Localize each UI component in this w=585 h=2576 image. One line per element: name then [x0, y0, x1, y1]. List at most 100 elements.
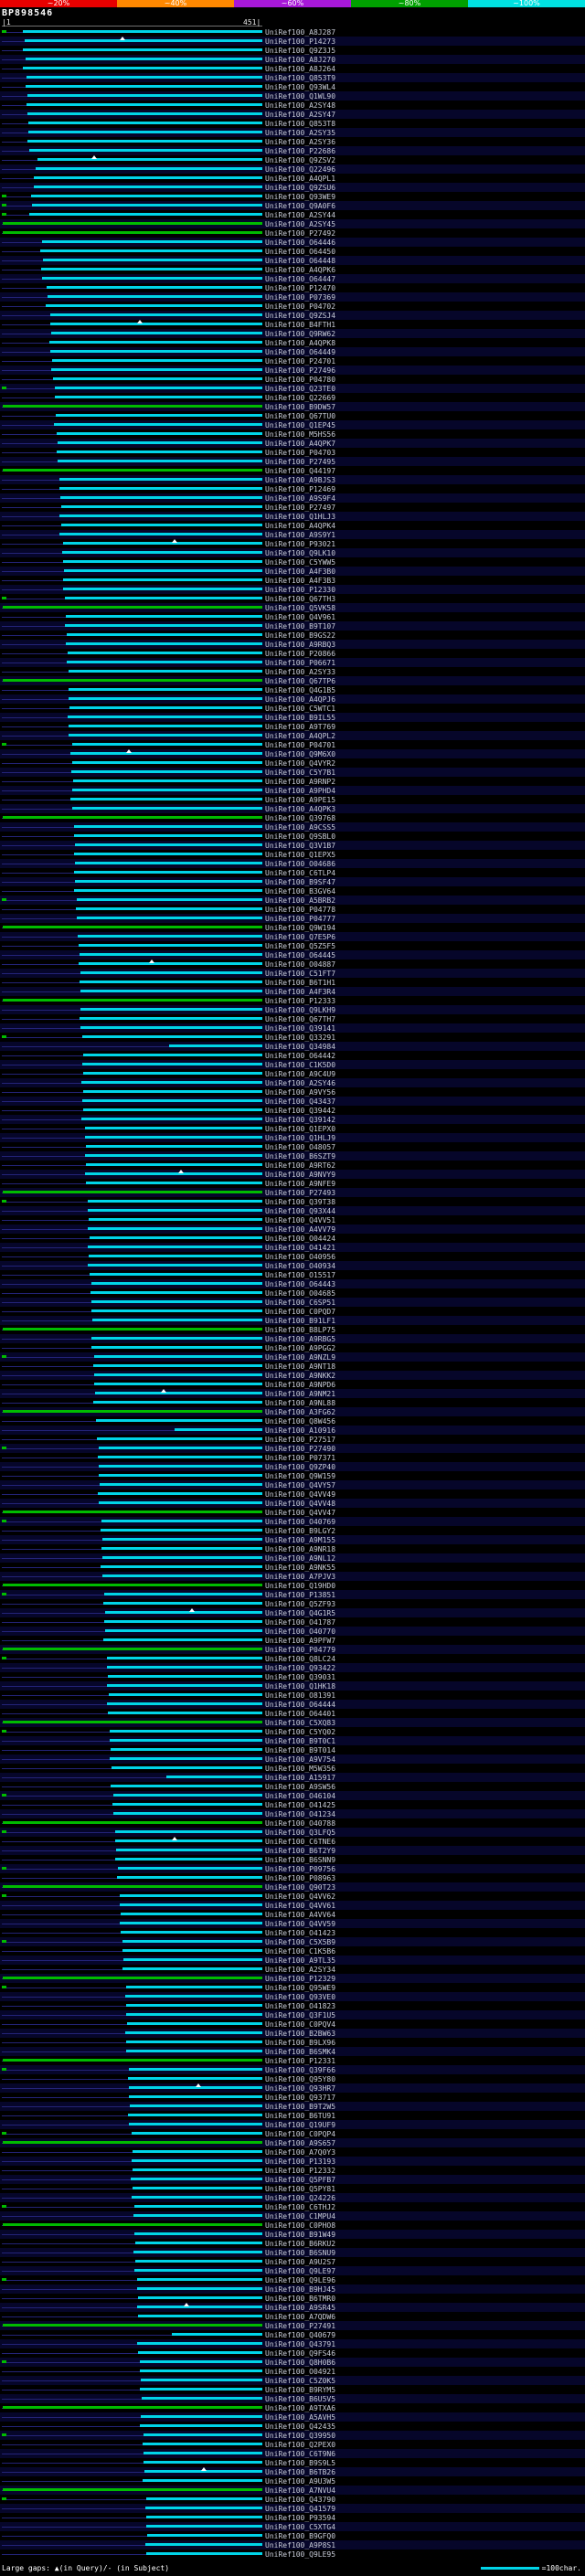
hit-row[interactable]: UniRef100_B9LX96 [0, 2038, 585, 2047]
hit-label[interactable]: UniRef100_O64443 [265, 1280, 335, 1288]
alignment-bar[interactable] [107, 1657, 262, 1659]
hit-label[interactable]: UniRef100_B9S9L5 [265, 2459, 335, 2467]
alignment-bar[interactable] [87, 1209, 262, 1212]
alignment-bar[interactable] [59, 533, 262, 535]
hit-row[interactable]: UniRef100_A4F3B0 [0, 567, 585, 576]
hit-row[interactable]: UniRef100_O41787 [0, 1617, 585, 1627]
alignment-bar[interactable] [75, 862, 262, 864]
hit-row[interactable]: UniRef100_Q1HLJ3 [0, 512, 585, 521]
alignment-bar[interactable] [98, 1474, 262, 1477]
hit-label[interactable]: UniRef100_Q853T8 [265, 120, 335, 128]
hit-label[interactable]: UniRef100_A9P8S1 [265, 2541, 335, 2549]
alignment-bar[interactable] [104, 1611, 262, 1614]
alignment-bar[interactable] [26, 103, 262, 106]
hit-row[interactable]: UniRef100_A9NR18 [0, 1544, 585, 1553]
hit-label[interactable]: UniRef100_A4F3B0 [265, 567, 335, 576]
hit-label[interactable]: UniRef100_B6SNU9 [265, 2249, 335, 2257]
alignment-bar[interactable] [132, 2150, 262, 2153]
hit-label[interactable]: UniRef100_Q93422 [265, 1664, 335, 1672]
hit-row[interactable]: UniRef100_P13851 [0, 1590, 585, 1599]
alignment-bar[interactable] [2, 1511, 262, 1513]
hit-row[interactable]: UniRef100_Q9LE95 [0, 2549, 585, 2559]
hit-row[interactable]: UniRef100_O41421 [0, 1243, 585, 1252]
alignment-bar[interactable] [68, 734, 262, 737]
hit-label[interactable]: UniRef100_Q5PFB7 [265, 2176, 335, 2184]
hit-row[interactable]: UniRef100_C5X5B9 [0, 1937, 585, 1946]
hit-row[interactable]: UniRef100_B6SNU9 [0, 2248, 585, 2257]
hit-label[interactable]: UniRef100_A9TL35 [265, 1956, 335, 1965]
hit-label[interactable]: UniRef100_O41823 [265, 2002, 335, 2010]
hit-label[interactable]: UniRef100_Q2PEX0 [265, 2441, 335, 2449]
hit-row[interactable]: UniRef100_B4FTH1 [0, 320, 585, 329]
hit-row[interactable]: UniRef100_C0PQV4 [0, 2019, 585, 2029]
alignment-bar[interactable] [128, 2095, 262, 2098]
alignment-bar[interactable] [58, 460, 262, 462]
hit-label[interactable]: UniRef100_A9PHD4 [265, 787, 335, 795]
alignment-bar[interactable] [120, 1894, 262, 1897]
alignment-bar[interactable] [25, 58, 262, 60]
alignment-bar[interactable] [72, 761, 262, 764]
alignment-bar[interactable] [93, 1355, 262, 1358]
hit-label[interactable]: UniRef100_O46104 [265, 1792, 335, 1800]
alignment-bar[interactable] [23, 48, 262, 51]
alignment-bar[interactable] [145, 2507, 262, 2509]
hit-row[interactable]: UniRef100_P27517 [0, 1435, 585, 1444]
hit-label[interactable]: UniRef100_O64449 [265, 348, 335, 356]
hit-row[interactable]: UniRef100_Q33291 [0, 1033, 585, 1042]
hit-label[interactable]: UniRef100_Q4V961 [265, 613, 335, 621]
alignment-bar[interactable] [49, 323, 262, 325]
alignment-bar[interactable] [131, 2159, 262, 2162]
hit-label[interactable]: UniRef100_Q9W159 [265, 1472, 335, 1480]
hit-row[interactable]: UniRef100_A4QPK4 [0, 521, 585, 530]
hit-label[interactable]: UniRef100_O64444 [265, 1701, 335, 1709]
hit-row[interactable]: UniRef100_Q5PY81 [0, 2184, 585, 2193]
hit-label[interactable]: UniRef100_A9CSS5 [265, 823, 335, 832]
hit-row[interactable]: UniRef100_B3GV64 [0, 886, 585, 896]
hit-label[interactable]: UniRef100_A9S9Y1 [265, 531, 335, 539]
alignment-bar[interactable] [123, 1958, 262, 1961]
hit-label[interactable]: UniRef100_O64445 [265, 951, 335, 959]
hit-row[interactable]: UniRef100_A4VV79 [0, 1224, 585, 1234]
hit-label[interactable]: UniRef100_A9V754 [265, 1755, 335, 1764]
hit-row[interactable]: UniRef100_Q9SBL0 [0, 832, 585, 841]
hit-label[interactable]: UniRef100_Q4VV51 [265, 1216, 335, 1224]
alignment-bar[interactable] [50, 313, 262, 316]
hit-label[interactable]: UniRef100_P07371 [265, 1454, 335, 1462]
hit-label[interactable]: UniRef100_Q43437 [265, 1097, 335, 1106]
alignment-bar[interactable] [122, 1967, 262, 1970]
hit-label[interactable]: UniRef100_A2SY35 [265, 129, 335, 137]
alignment-bar[interactable] [59, 478, 262, 481]
alignment-bar[interactable] [91, 1319, 262, 1321]
hit-row[interactable]: UniRef100_Q67TU0 [0, 411, 585, 420]
hit-row[interactable]: UniRef100_B9SF47 [0, 877, 585, 886]
alignment-bar[interactable] [145, 2525, 262, 2528]
hit-label[interactable]: UniRef100_B9T107 [265, 622, 335, 631]
hit-row[interactable]: UniRef100_B9T107 [0, 621, 585, 631]
alignment-bar[interactable] [52, 377, 262, 380]
hit-label[interactable]: UniRef100_B6RKU2 [265, 2240, 335, 2248]
hit-row[interactable]: UniRef100_Q95WE9 [0, 1983, 585, 1992]
alignment-bar[interactable] [2, 1821, 262, 1824]
hit-label[interactable]: UniRef100_B4FTH1 [265, 321, 335, 329]
hit-row[interactable]: UniRef100_Q7E5P6 [0, 932, 585, 941]
alignment-bar[interactable] [71, 789, 262, 791]
alignment-bar[interactable] [84, 1172, 262, 1175]
hit-label[interactable]: UniRef100_P27517 [265, 1436, 335, 1444]
hit-label[interactable]: UniRef100_O64401 [265, 1710, 335, 1718]
hit-row[interactable]: UniRef100_P13193 [0, 2157, 585, 2166]
hit-row[interactable]: UniRef100_A2SY34 [0, 1965, 585, 1974]
hit-row[interactable]: UniRef100_P04703 [0, 448, 585, 457]
hit-row[interactable]: UniRef100_B9GFQ0 [0, 2531, 585, 2540]
alignment-bar[interactable] [89, 1273, 262, 1276]
alignment-bar[interactable] [88, 1227, 262, 1230]
hit-label[interactable]: UniRef100_C5XQ83 [265, 1719, 335, 1727]
alignment-bar[interactable] [98, 1456, 262, 1458]
alignment-bar[interactable] [79, 1017, 262, 1020]
alignment-bar[interactable] [2, 2223, 262, 2226]
alignment-bar[interactable] [131, 2178, 262, 2180]
alignment-bar[interactable] [24, 39, 262, 42]
hit-label[interactable]: UniRef100_A9SR45 [265, 2304, 335, 2312]
hit-label[interactable]: UniRef100_Q4VV49 [265, 1490, 335, 1499]
hit-label[interactable]: UniRef100_A2SY36 [265, 138, 335, 146]
hit-row[interactable]: UniRef100_A9V754 [0, 1754, 585, 1764]
